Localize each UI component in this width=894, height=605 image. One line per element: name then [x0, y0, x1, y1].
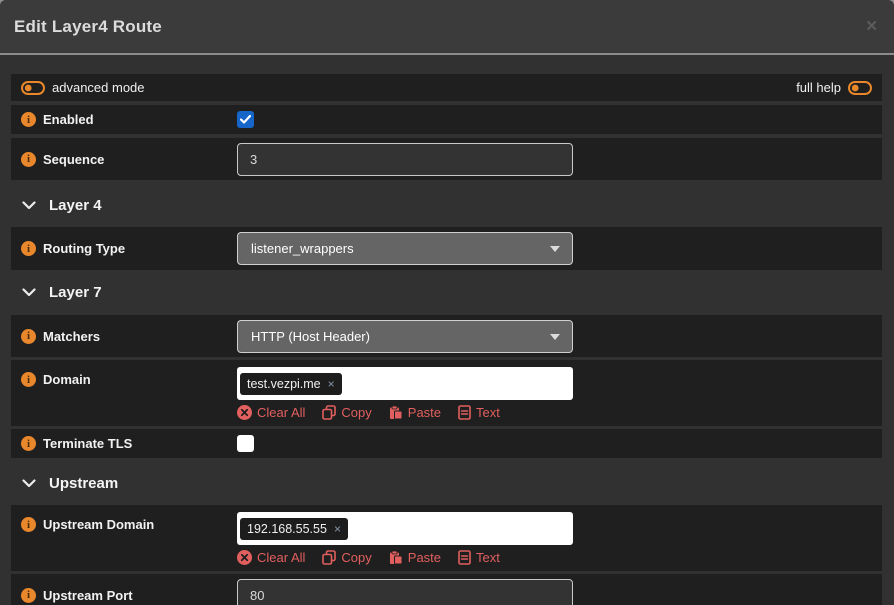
info-icon[interactable]: i	[21, 152, 36, 167]
domain-row: i Domain test.vezpi.me × Clear All	[11, 360, 882, 426]
text-file-icon	[458, 550, 471, 565]
caret-down-icon	[550, 246, 560, 252]
advanced-mode-toggle[interactable]: advanced mode	[21, 80, 145, 95]
full-help-toggle[interactable]: full help	[796, 80, 872, 95]
text-button[interactable]: Text	[458, 550, 500, 565]
paste-icon	[389, 550, 403, 565]
info-icon[interactable]: i	[21, 436, 36, 451]
section-layer7[interactable]: Layer 7	[11, 270, 882, 315]
paste-button[interactable]: Paste	[389, 550, 441, 565]
info-icon[interactable]: i	[21, 517, 36, 532]
matchers-select[interactable]: HTTP (Host Header)	[237, 320, 573, 353]
matchers-row: i Matchers HTTP (Host Header)	[11, 315, 882, 357]
domain-tag-text: test.vezpi.me	[247, 377, 321, 391]
section-title: Upstream	[49, 475, 118, 492]
edit-layer4-route-modal: Edit Layer4 Route ✕ advanced mode full h…	[0, 0, 894, 605]
help-toolbar: advanced mode full help	[11, 74, 882, 101]
copy-button[interactable]: Copy	[322, 550, 371, 565]
text-file-icon	[458, 405, 471, 420]
chevron-down-icon	[22, 288, 36, 297]
tag-remove-icon[interactable]: ×	[328, 378, 335, 390]
clear-all-button[interactable]: Clear All	[237, 405, 305, 420]
paste-icon	[389, 405, 403, 420]
modal-title: Edit Layer4 Route	[14, 17, 162, 37]
domain-tag-actions: Clear All Copy Paste Text	[237, 405, 573, 420]
sequence-input[interactable]	[237, 143, 573, 176]
matchers-label: Matchers	[43, 329, 100, 344]
clear-all-icon	[237, 550, 252, 565]
sequence-row: i Sequence	[11, 138, 882, 180]
paste-button[interactable]: Paste	[389, 405, 441, 420]
caret-down-icon	[550, 334, 560, 340]
domain-tag: test.vezpi.me ×	[240, 373, 342, 395]
matchers-value: HTTP (Host Header)	[251, 329, 370, 344]
modal-body: advanced mode full help i Enabled i Sequ…	[0, 55, 894, 605]
upstream-domain-tags-input[interactable]: 192.168.55.55 ×	[237, 512, 573, 545]
routing-type-row: i Routing Type listener_wrappers	[11, 227, 882, 270]
section-title: Layer 7	[49, 284, 102, 301]
info-icon[interactable]: i	[21, 241, 36, 256]
clear-all-button[interactable]: Clear All	[237, 550, 305, 565]
enabled-checkbox[interactable]	[237, 111, 254, 128]
info-icon[interactable]: i	[21, 588, 36, 603]
copy-button[interactable]: Copy	[322, 405, 371, 420]
routing-type-label: Routing Type	[43, 241, 125, 256]
advanced-mode-label: advanced mode	[52, 80, 145, 95]
upstream-port-label: Upstream Port	[43, 588, 133, 603]
terminate-tls-row: i Terminate TLS	[11, 429, 882, 458]
routing-type-value: listener_wrappers	[251, 241, 354, 256]
upstream-domain-tag-text: 192.168.55.55	[247, 522, 327, 536]
clear-all-icon	[237, 405, 252, 420]
chevron-down-icon	[22, 201, 36, 210]
domain-label: Domain	[43, 372, 91, 387]
check-icon	[240, 115, 251, 124]
close-icon[interactable]: ✕	[865, 19, 878, 34]
modal-header: Edit Layer4 Route ✕	[0, 0, 894, 55]
routing-type-select[interactable]: listener_wrappers	[237, 232, 573, 265]
toggle-off-icon	[21, 81, 45, 95]
copy-icon	[322, 405, 336, 420]
info-icon[interactable]: i	[21, 372, 36, 387]
section-layer4[interactable]: Layer 4	[11, 184, 882, 227]
info-icon[interactable]: i	[21, 329, 36, 344]
enabled-label: Enabled	[43, 112, 94, 127]
toggle-off-icon	[848, 81, 872, 95]
terminate-tls-label: Terminate TLS	[43, 436, 132, 451]
upstream-domain-row: i Upstream Domain 192.168.55.55 × Clear …	[11, 505, 882, 571]
info-icon[interactable]: i	[21, 112, 36, 127]
terminate-tls-checkbox[interactable]	[237, 435, 254, 452]
upstream-domain-label: Upstream Domain	[43, 517, 154, 532]
chevron-down-icon	[22, 479, 36, 488]
sequence-label: Sequence	[43, 152, 104, 167]
upstream-domain-tag: 192.168.55.55 ×	[240, 518, 348, 540]
copy-icon	[322, 550, 336, 565]
section-upstream[interactable]: Upstream	[11, 462, 882, 505]
upstream-port-input[interactable]	[237, 579, 573, 605]
section-title: Layer 4	[49, 197, 102, 214]
upstream-port-row: i Upstream Port	[11, 574, 882, 605]
tag-remove-icon[interactable]: ×	[334, 523, 341, 535]
text-button[interactable]: Text	[458, 405, 500, 420]
enabled-row: i Enabled	[11, 105, 882, 134]
domain-tags-input[interactable]: test.vezpi.me ×	[237, 367, 573, 400]
full-help-label: full help	[796, 80, 841, 95]
upstream-domain-tag-actions: Clear All Copy Paste Text	[237, 550, 573, 565]
